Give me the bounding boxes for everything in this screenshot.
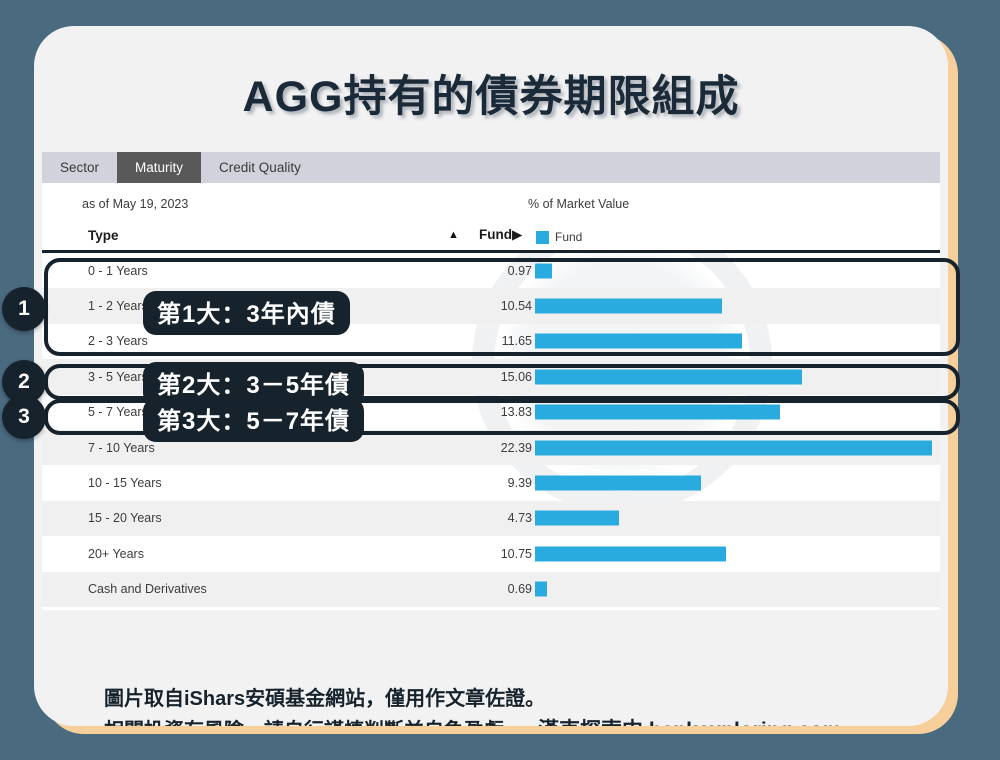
row-bar (535, 333, 742, 349)
table-row[interactable]: 20+ Years 10.75 (42, 536, 940, 571)
row-bar (535, 546, 726, 562)
row-bar (535, 298, 722, 314)
footer-line-1: 圖片取自iShars安碩基金網站，僅用作文章佐證。 (104, 688, 546, 710)
row-bar (535, 510, 619, 526)
tab-bar: Sector Maturity Credit Quality (42, 152, 940, 193)
row-bar-zone (535, 430, 935, 465)
row-value: 10.75 (500, 546, 532, 561)
chart-legend: Fund (536, 230, 582, 244)
row-bar-zone (535, 501, 935, 536)
tab-credit-quality[interactable]: Credit Quality (201, 152, 319, 183)
row-bar (535, 581, 548, 597)
tab-sector[interactable]: Sector (42, 152, 117, 183)
table-row[interactable]: 0 - 1 Years 0.97 (42, 253, 940, 288)
row-value: 22.39 (500, 440, 532, 455)
row-bar-zone (535, 324, 935, 359)
row-bar (535, 440, 932, 456)
row-label: 2 - 3 Years (88, 334, 148, 349)
legend-swatch-icon (536, 230, 549, 244)
row-bar-zone (535, 395, 935, 430)
row-label: 1 - 2 Years (88, 299, 148, 314)
row-label: 0 - 1 Years (88, 263, 148, 278)
footer: 圖片取自iShars安碩基金網站，僅用作文章佐證。 相關投資有風險，請自行謹慎判… (104, 686, 948, 726)
row-value: 4.73 (507, 511, 532, 526)
row-bar-zone (535, 253, 935, 288)
row-label: 3 - 5 Years (88, 369, 148, 384)
brand-credit: 漢克探索中 hankexploring.com (538, 714, 841, 726)
annotation-pill-1: 第1大：3年內債 (143, 291, 350, 335)
row-value: 0.69 (507, 582, 532, 597)
as-of-date: as of May 19, 2023 (82, 197, 189, 211)
row-label: 20+ Years (88, 546, 144, 561)
footer-line-2: 相關投資有風險，請自行謹慎判斷並自負盈虧 (104, 718, 504, 726)
row-value: 10.54 (500, 299, 532, 314)
badge-3: 3 (2, 395, 46, 439)
row-bar-zone (535, 288, 935, 323)
row-bar-zone (535, 359, 935, 394)
row-value: 15.06 (500, 369, 532, 384)
column-header-fund[interactable]: Fund▶ (479, 227, 522, 243)
column-header-type[interactable]: Type (88, 228, 119, 243)
table-header: Type ▲ Fund▶ Fund (42, 221, 940, 253)
row-value: 13.83 (500, 405, 532, 420)
page-title-wrap: AGG持有的債券期限組成 (34, 62, 948, 124)
table-row[interactable]: 10 - 15 Years 9.39 (42, 465, 940, 500)
row-label: 10 - 15 Years (88, 476, 162, 491)
meta-row: as of May 19, 2023 % of Market Value (42, 183, 940, 221)
row-bar (535, 369, 803, 385)
row-label: 5 - 7 Years (88, 405, 148, 420)
row-value: 0.97 (507, 263, 532, 278)
row-bar-zone (535, 536, 935, 571)
row-bar-zone (535, 465, 935, 500)
table-row[interactable]: 15 - 20 Years 4.73 (42, 500, 940, 537)
table-row[interactable]: Cash and Derivatives 0.69 (42, 571, 940, 607)
row-label: 7 - 10 Years (88, 440, 155, 455)
row-value: 11.65 (501, 334, 532, 349)
page-title: AGG持有的債券期限組成 (242, 73, 740, 121)
sort-ascending-icon[interactable]: ▲ (448, 229, 459, 241)
annotation-pill-3: 第3大：5－7年債 (143, 398, 365, 442)
legend-label: Fund (555, 230, 583, 244)
row-bar (535, 404, 781, 420)
row-label: 15 - 20 Years (88, 511, 162, 526)
tab-maturity[interactable]: Maturity (117, 152, 202, 193)
row-bar (535, 475, 702, 491)
axis-label: % of Market Value (528, 197, 630, 211)
badge-1: 1 (2, 287, 46, 331)
row-value: 9.39 (507, 476, 532, 491)
row-label: Cash and Derivatives (88, 582, 207, 597)
row-bar-zone (535, 572, 935, 607)
row-bar (535, 263, 553, 279)
